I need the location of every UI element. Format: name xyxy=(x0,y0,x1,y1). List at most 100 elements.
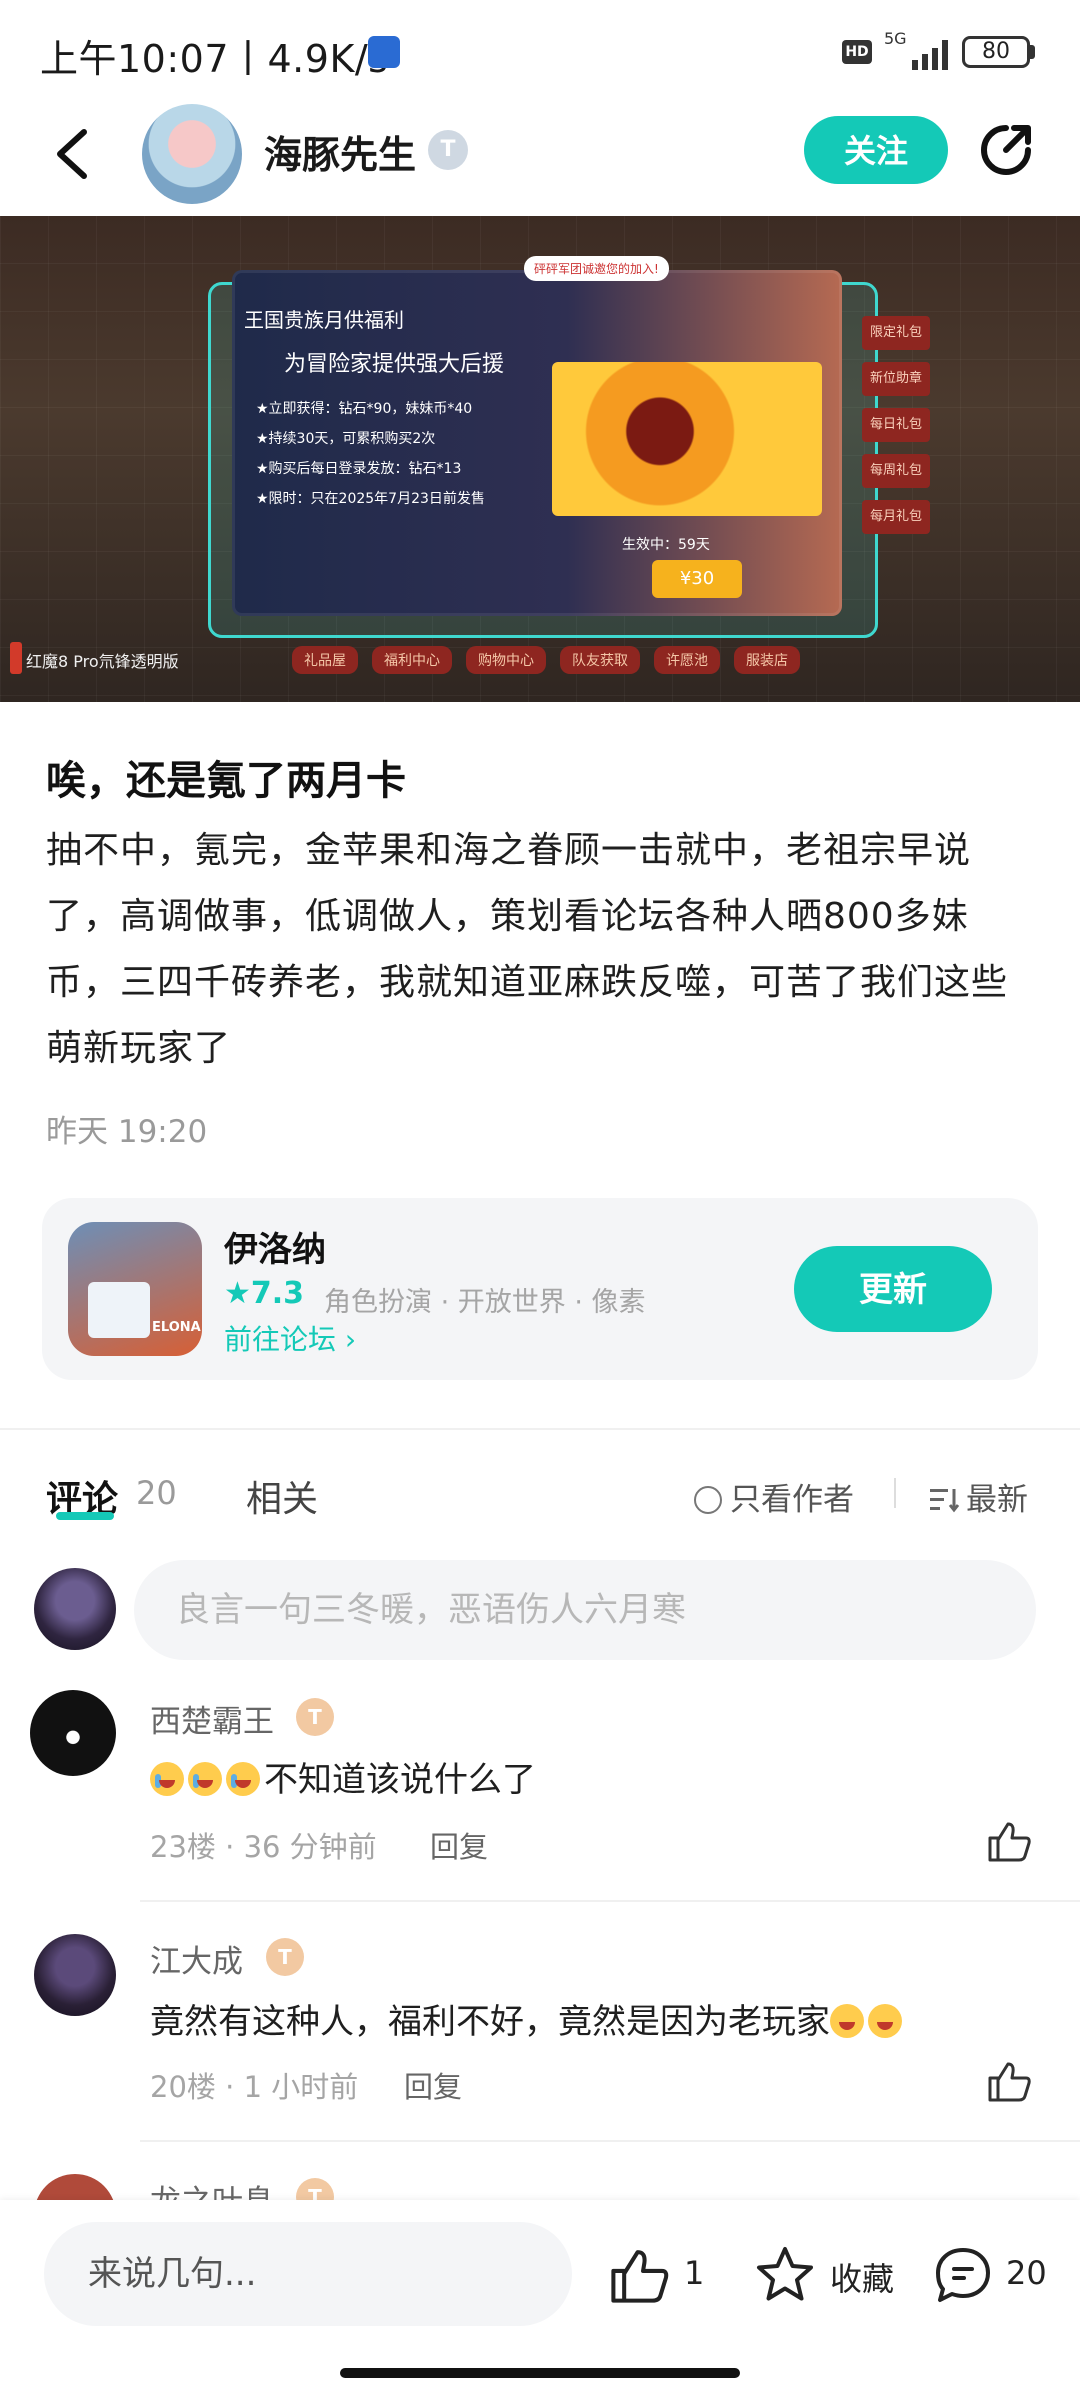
sort-newest-button[interactable]: 最新 xyxy=(930,1474,1028,1519)
game-icon-label: ELONA xyxy=(152,1320,201,1335)
post-time: 昨天 19:20 xyxy=(46,1114,208,1150)
comment-time: 1 小时前 xyxy=(243,2070,359,2104)
hero-perk: ★限时：只在2025年7月23日前发售 xyxy=(256,491,485,507)
hero-tag: 队友获取 xyxy=(560,646,640,674)
tab-related[interactable]: 相关 xyxy=(246,1470,318,1522)
comment-time: 36 分钟前 xyxy=(243,1830,377,1864)
meta-dot: · xyxy=(215,1830,244,1864)
star-favorite-icon[interactable] xyxy=(754,2244,816,2306)
comment-divider xyxy=(140,1900,1080,1902)
author-avatar[interactable] xyxy=(142,104,242,204)
meta-dot: · xyxy=(215,2070,244,2104)
signal-5g-icon: 5G xyxy=(884,29,948,70)
tab-comments-count: 20 xyxy=(136,1474,177,1512)
favorite-label[interactable]: 收藏 xyxy=(830,2254,894,2300)
commenter-avatar[interactable] xyxy=(30,1690,116,1776)
author-level-badge: T xyxy=(428,130,468,170)
sort-newest-label: 最新 xyxy=(966,1482,1028,1518)
like-count: 1 xyxy=(684,2254,705,2292)
commenter-level-badge: T xyxy=(296,1698,334,1736)
comment-divider xyxy=(140,2140,1080,2142)
battery-tip xyxy=(1030,45,1035,59)
share-icon[interactable] xyxy=(976,120,1036,180)
app-notification-icon xyxy=(368,36,400,68)
game-name[interactable]: 伊洛纳 xyxy=(224,1222,326,1271)
hero-tag-row: 礼品屋 福利中心 购物中心 队友获取 许愿池 服装店 xyxy=(292,646,800,674)
comment-text: 不知道该说什么了 xyxy=(150,1752,536,1801)
status-time-speed: 上午10:07丨4.9K/s xyxy=(40,37,389,81)
my-avatar xyxy=(34,1568,116,1650)
hero-card-subtitle: 为冒险家提供强大后援 xyxy=(284,352,505,377)
post-image[interactable]: 王国贵族月供福利 为冒险家提供强大后援 ★立即获得：钻石*90，妹妹币*40 ★… xyxy=(0,216,1080,702)
sort-icon xyxy=(930,1489,960,1513)
hero-side-item: 新位助章 xyxy=(862,362,930,396)
device-logo-icon xyxy=(10,642,22,674)
hero-side-item: 限定礼包 xyxy=(862,316,930,350)
hero-active-days: 生效中：59天 xyxy=(622,537,710,553)
commenter-avatar[interactable] xyxy=(34,1934,116,2016)
update-button[interactable]: 更新 xyxy=(794,1246,992,1332)
comment-bubble-icon[interactable] xyxy=(932,2244,994,2306)
say-something-input[interactable]: 来说几句... xyxy=(44,2222,572,2326)
thumbs-up-icon[interactable] xyxy=(986,1818,1032,1864)
filter-separator xyxy=(894,1478,896,1508)
hd-icon: HD xyxy=(842,40,872,64)
game-tags: 角色扮演 · 开放世界 · 像素 xyxy=(324,1287,646,1318)
post-title: 唉，还是氪了两月卡 xyxy=(46,758,406,804)
comment-floor: 23楼 xyxy=(150,1830,216,1864)
hero-side-item: 每周礼包 xyxy=(862,454,930,488)
grinning-emoji-icon xyxy=(868,2004,902,2038)
device-watermark: 红魔8 Pro氘锋透明版 xyxy=(26,652,179,671)
hero-tag: 服装店 xyxy=(734,646,800,674)
commenter-name[interactable]: 西楚霸王 xyxy=(150,1696,274,1741)
only-author-label: 只看作者 xyxy=(730,1482,854,1518)
author-name[interactable]: 海豚先生 xyxy=(264,124,416,179)
status-bar: 上午10:07丨4.9K/s HD 5G 80 xyxy=(0,0,1080,100)
hero-side-item: 每月礼包 xyxy=(862,500,930,534)
comment-input[interactable] xyxy=(134,1560,1036,1660)
hero-card-title: 王国贵族月供福利 xyxy=(244,308,404,332)
game-icon[interactable]: ELONA xyxy=(68,1222,202,1356)
comment-meta: 23楼 · 36 分钟前 xyxy=(150,1824,377,1866)
game-icon-screen xyxy=(88,1282,150,1338)
hero-tag: 许愿池 xyxy=(654,646,720,674)
hero-tag: 礼品屋 xyxy=(292,646,358,674)
back-arrow-icon[interactable] xyxy=(48,124,96,184)
reply-button[interactable]: 回复 xyxy=(404,2064,462,2106)
grinning-emoji-icon xyxy=(830,2004,864,2038)
comment-text-content: 不知道该说什么了 xyxy=(264,1760,536,1800)
follow-button[interactable]: 关注 xyxy=(804,116,948,184)
hero-card: 王国贵族月供福利 为冒险家提供强大后援 ★立即获得：钻石*90，妹妹币*40 ★… xyxy=(232,270,842,616)
commenter-name[interactable]: 江大成 xyxy=(150,1936,243,1981)
comment-floor: 20楼 xyxy=(150,2070,216,2104)
comment-text: 竟然有这种人，福利不好，竟然是因为老玩家 xyxy=(150,1994,906,2043)
comment-count[interactable]: 20 xyxy=(1006,2254,1047,2292)
network-label: 5G xyxy=(884,29,907,48)
hero-perk: ★购买后每日登录发放：钻石*13 xyxy=(256,461,462,477)
hero-perk: ★立即获得：钻石*90，妹妹币*40 xyxy=(256,401,473,417)
comment-meta: 20楼 · 1 小时前 xyxy=(150,2064,358,2106)
game-forum-link[interactable]: 前往论坛 › xyxy=(224,1318,356,1358)
battery-icon: 80 xyxy=(962,36,1030,68)
home-indicator[interactable] xyxy=(340,2368,740,2378)
like-post-icon[interactable] xyxy=(608,2244,670,2306)
hero-side-item: 每日礼包 xyxy=(862,408,930,442)
reply-button[interactable]: 回复 xyxy=(430,1824,488,1866)
crying-emoji-icon xyxy=(188,1762,222,1796)
comment-text-content: 竟然有这种人，福利不好，竟然是因为老玩家 xyxy=(150,2002,830,2042)
hero-speech-bubble: 砰砰军团诚邀您的加入! xyxy=(524,256,669,281)
crying-emoji-icon xyxy=(226,1762,260,1796)
crying-emoji-icon xyxy=(150,1762,184,1796)
tab-active-indicator xyxy=(56,1512,114,1520)
only-author-toggle[interactable]: 只看作者 xyxy=(694,1474,854,1519)
game-rating: ★7.3 xyxy=(224,1276,305,1311)
section-divider xyxy=(0,1428,1080,1430)
hero-perk: ★持续30天，可累积购买2次 xyxy=(256,431,436,447)
hero-character-art xyxy=(552,362,822,516)
hero-price: ¥30 xyxy=(652,560,742,598)
hero-tag: 购物中心 xyxy=(466,646,546,674)
thumbs-up-icon[interactable] xyxy=(986,2058,1032,2104)
hero-tag: 福利中心 xyxy=(372,646,452,674)
radio-icon[interactable] xyxy=(694,1486,722,1514)
commenter-level-badge: T xyxy=(266,1938,304,1976)
